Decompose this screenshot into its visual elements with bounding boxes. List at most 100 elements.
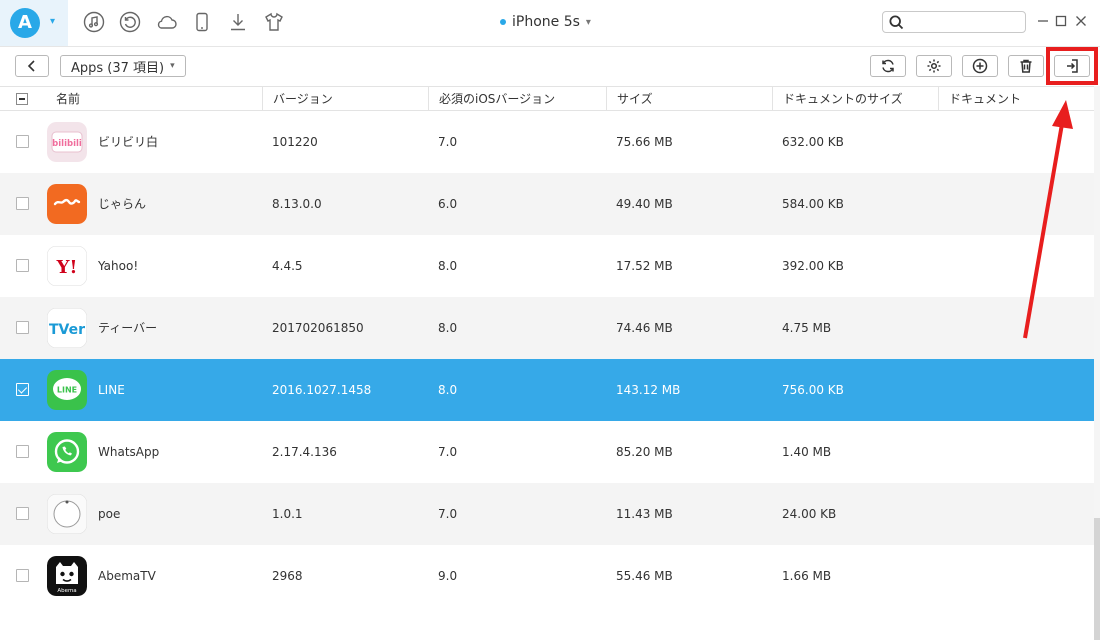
app-version: 8.13.0.0 bbox=[272, 197, 322, 211]
app-size: 85.20 MB bbox=[616, 445, 673, 459]
row-checkbox[interactable] bbox=[16, 259, 29, 272]
column-header-version[interactable]: バージョン bbox=[262, 87, 428, 111]
toolbar: Apps (37 項目) ▾ bbox=[0, 46, 1100, 86]
column-header-ios[interactable]: 必須のiOSバージョン bbox=[428, 87, 606, 111]
app-name: ティーバー bbox=[98, 321, 158, 335]
app-name: LINE bbox=[98, 383, 125, 397]
nav-icon-bar bbox=[82, 10, 286, 34]
app-logo-icon: A bbox=[10, 8, 40, 38]
app-version: 2968 bbox=[272, 569, 303, 583]
title-bar: A ▾ iPhone 5s ▾ bbox=[0, 0, 1100, 46]
abematv-icon: Abema bbox=[47, 556, 87, 596]
refresh-icon bbox=[882, 59, 894, 73]
tshirt-icon[interactable] bbox=[262, 10, 286, 34]
table-row[interactable]: bilibili ビリビリ白 101220 7.0 75.66 MB 632.0… bbox=[0, 111, 1094, 173]
app-list: bilibili ビリビリ白 101220 7.0 75.66 MB 632.0… bbox=[0, 111, 1094, 607]
abema-logo-text: Abema bbox=[57, 588, 76, 594]
refresh-button[interactable] bbox=[870, 55, 906, 77]
add-icon bbox=[972, 58, 988, 74]
app-version: 101220 bbox=[272, 135, 318, 149]
cloud-icon[interactable] bbox=[154, 10, 178, 34]
search-input[interactable] bbox=[907, 13, 1022, 31]
table-header: 名前 バージョン 必須のiOSバージョン サイズ ドキュメントのサイズ ドキュメ… bbox=[0, 86, 1094, 111]
poe-icon bbox=[47, 494, 87, 534]
row-checkbox[interactable] bbox=[16, 445, 29, 458]
device-name: iPhone 5s bbox=[512, 14, 580, 30]
app-ios-version: 8.0 bbox=[438, 383, 458, 397]
settings-icon bbox=[927, 59, 941, 73]
app-size: 11.43 MB bbox=[616, 507, 673, 521]
app-version: 2.17.4.136 bbox=[272, 445, 337, 459]
close-icon[interactable] bbox=[1073, 13, 1089, 29]
app-size: 74.46 MB bbox=[616, 321, 673, 335]
logo-menu[interactable]: A ▾ bbox=[0, 0, 68, 46]
table-row[interactable]: Abema AbemaTV 2968 9.0 55.46 MB 1.66 MB bbox=[0, 545, 1094, 607]
app-ios-version: 8.0 bbox=[438, 259, 458, 273]
app-version: 2016.1027.1458 bbox=[272, 383, 372, 397]
history-icon[interactable] bbox=[118, 10, 142, 34]
app-doc-size: 1.66 MB bbox=[782, 569, 832, 583]
app-name: WhatsApp bbox=[98, 445, 160, 459]
jalan-icon bbox=[47, 184, 87, 224]
line-icon: LINE bbox=[47, 370, 87, 410]
scrollbar-thumb[interactable] bbox=[1094, 518, 1100, 640]
app-doc-size: 632.00 KB bbox=[782, 135, 844, 149]
app-size: 17.52 MB bbox=[616, 259, 673, 273]
music-icon[interactable] bbox=[82, 10, 106, 34]
app-doc-size: 392.00 KB bbox=[782, 259, 844, 273]
table-row[interactable]: じゃらん 8.13.0.0 6.0 49.40 MB 584.00 KB bbox=[0, 173, 1094, 235]
row-checkbox-checked[interactable] bbox=[16, 383, 29, 396]
app-ios-version: 9.0 bbox=[438, 569, 458, 583]
row-checkbox[interactable] bbox=[16, 569, 29, 582]
minimize-icon[interactable] bbox=[1035, 13, 1051, 29]
chevron-down-icon: ▾ bbox=[50, 16, 56, 27]
table-row[interactable]: WhatsApp 2.17.4.136 7.0 85.20 MB 1.40 MB bbox=[0, 421, 1094, 483]
app-name: poe bbox=[98, 507, 121, 521]
chevron-down-icon: ▾ bbox=[170, 61, 175, 71]
chevron-down-icon: ▾ bbox=[585, 16, 591, 28]
column-header-size[interactable]: サイズ bbox=[606, 87, 772, 111]
select-all-checkbox[interactable] bbox=[16, 93, 28, 105]
row-checkbox[interactable] bbox=[16, 197, 29, 210]
search-box[interactable] bbox=[882, 11, 1026, 33]
app-name: AbemaTV bbox=[98, 569, 156, 583]
table-row-selected[interactable]: LINE LINE 2016.1027.1458 8.0 143.12 MB 7… bbox=[0, 359, 1094, 421]
device-selector[interactable]: iPhone 5s ▾ bbox=[500, 14, 591, 30]
chevron-left-icon bbox=[27, 60, 35, 72]
yahoo-logo-text: Y! bbox=[56, 257, 78, 278]
app-size: 49.40 MB bbox=[616, 197, 673, 211]
device-status-dot bbox=[500, 19, 506, 25]
phone-icon[interactable] bbox=[190, 10, 214, 34]
row-checkbox[interactable] bbox=[16, 135, 29, 148]
settings-button[interactable] bbox=[916, 55, 952, 77]
back-button[interactable] bbox=[15, 55, 49, 77]
column-header-documents[interactable]: ドキュメント bbox=[938, 87, 1094, 111]
maximize-icon[interactable] bbox=[1053, 13, 1069, 29]
category-label: Apps (37 項目) bbox=[71, 60, 165, 76]
app-name: Yahoo! bbox=[98, 259, 139, 273]
app-ios-version: 7.0 bbox=[438, 445, 458, 459]
app-doc-size: 584.00 KB bbox=[782, 197, 844, 211]
line-logo-text: LINE bbox=[57, 386, 77, 395]
column-header-name[interactable]: 名前 bbox=[46, 87, 262, 111]
add-button[interactable] bbox=[962, 55, 998, 77]
column-header-doc-size[interactable]: ドキュメントのサイズ bbox=[772, 87, 938, 111]
tver-icon: TVer bbox=[47, 308, 87, 348]
table-row[interactable]: poe 1.0.1 7.0 11.43 MB 24.00 KB bbox=[0, 483, 1094, 545]
search-icon bbox=[889, 15, 904, 30]
row-checkbox[interactable] bbox=[16, 321, 29, 334]
category-dropdown[interactable]: Apps (37 項目) ▾ bbox=[60, 55, 186, 77]
delete-button[interactable] bbox=[1008, 55, 1044, 77]
app-name: じゃらん bbox=[98, 197, 147, 211]
app-size: 75.66 MB bbox=[616, 135, 673, 149]
table-row[interactable]: Y! Yahoo! 4.4.5 8.0 17.52 MB 392.00 KB bbox=[0, 235, 1094, 297]
yahoo-icon: Y! bbox=[47, 246, 87, 286]
tver-logo-text: TVer bbox=[49, 322, 85, 338]
table-row[interactable]: TVer ティーバー 201702061850 8.0 74.46 MB 4.7… bbox=[0, 297, 1094, 359]
annotation-highlight-box bbox=[1046, 47, 1098, 85]
app-ios-version: 7.0 bbox=[438, 507, 458, 521]
download-icon[interactable] bbox=[226, 10, 250, 34]
row-checkbox[interactable] bbox=[16, 507, 29, 520]
app-ios-version: 6.0 bbox=[438, 197, 458, 211]
app-name: ビリビリ白 bbox=[98, 135, 159, 149]
